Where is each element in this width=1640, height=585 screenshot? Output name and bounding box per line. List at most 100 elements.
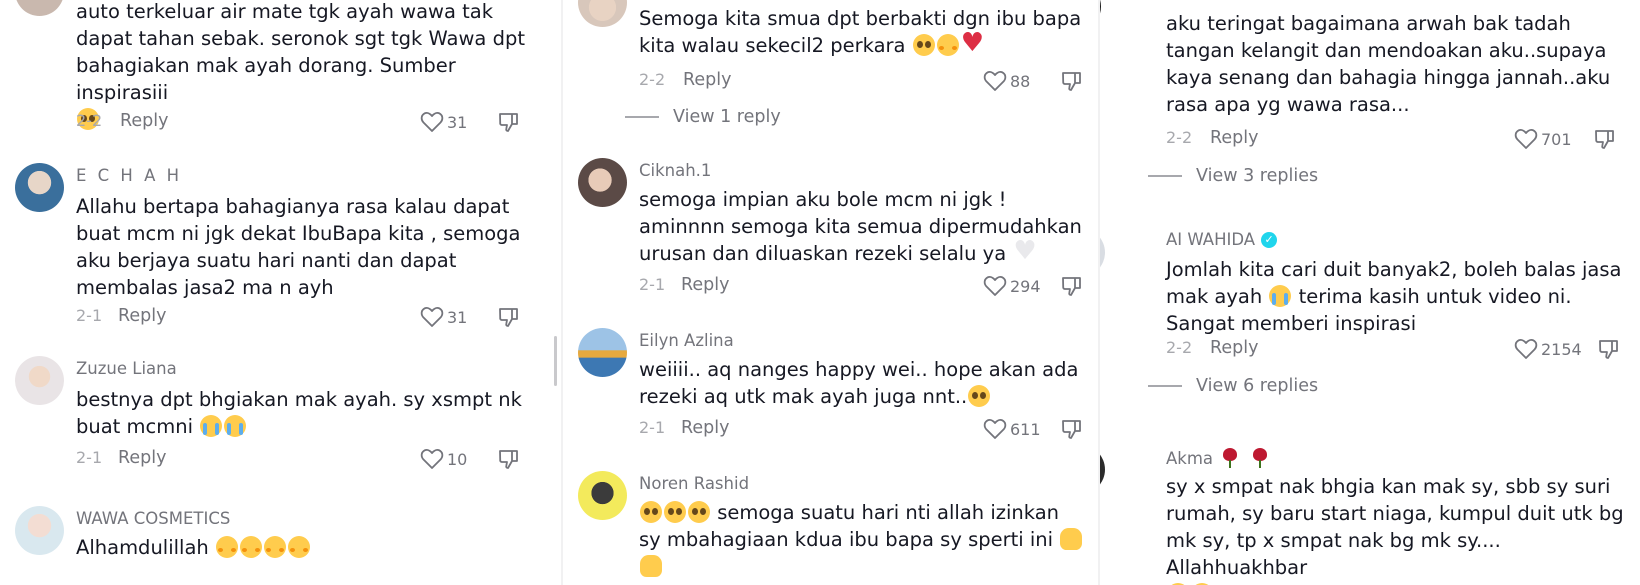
like-button[interactable]: 294 — [983, 275, 1041, 297]
comment-date: 2-2 — [1166, 338, 1193, 357]
comment-text: semoga impian aku bole mcm ni jgk ! amin… — [639, 186, 1084, 267]
comment-date: 2-1 — [76, 448, 103, 467]
comment-item: E C H A H Allahu bertapa bahagianya rasa… — [15, 163, 555, 333]
comment-actions: 2-2 Reply 2154 — [1166, 338, 1626, 360]
reply-button[interactable]: Reply — [1210, 128, 1258, 148]
reply-button[interactable]: Reply — [681, 275, 729, 295]
comment-text: aku teringat bagaimana arwah bak tadah t… — [1166, 12, 1611, 116]
avatar[interactable] — [578, 471, 627, 520]
like-count: 88 — [1010, 71, 1031, 91]
thumbs-down-icon — [499, 113, 518, 132]
avatar[interactable]: kurnis — [1100, 0, 1101, 31]
like-button[interactable]: 2154 — [1514, 338, 1582, 360]
avatar[interactable] — [15, 163, 64, 212]
thumbs-down-icon — [1595, 130, 1614, 149]
pleading-face-emoji — [912, 34, 935, 56]
white-heart-emoji — [1013, 238, 1036, 265]
comment-item: AI WAHIDA ✓ Jomlah kita cari duit banyak2… — [1100, 228, 1640, 418]
like-button[interactable]: 611 — [983, 418, 1041, 440]
like-count: 611 — [1010, 419, 1041, 439]
smiling-face-with-hearts-emoji — [239, 536, 262, 558]
comment-author[interactable]: E C H A H — [76, 166, 182, 185]
comment-item: Zuzue Liana bestnya dpt bhgiakan mak aya… — [15, 356, 555, 486]
comment-date: 2-1 — [639, 418, 666, 437]
like-count: 31 — [447, 307, 468, 327]
reply-button[interactable]: Reply — [681, 418, 729, 438]
avatar[interactable] — [1100, 228, 1105, 277]
heart-outline-icon — [983, 71, 1007, 91]
pleading-face-emoji — [664, 501, 686, 523]
reply-button[interactable]: Reply — [683, 70, 731, 90]
comment-text: Alhamdulillah — [76, 534, 536, 561]
comment-author[interactable]: Eilyn Azlina — [639, 331, 734, 350]
avatar[interactable] — [578, 328, 627, 377]
thumbs-down-icon — [1062, 420, 1081, 439]
heart-outline-icon — [420, 307, 444, 327]
comment-text: semoga suatu hari nti allah izinkan sy m… — [639, 499, 1084, 580]
like-count: 10 — [447, 449, 468, 469]
scrollbar-thumb[interactable] — [554, 336, 557, 386]
avatar[interactable] — [15, 356, 64, 405]
reply-button[interactable]: Reply — [118, 448, 166, 468]
heart-outline-icon — [1514, 339, 1538, 359]
comment-item: Ciknah.1 semoga impian aku bole mcm ni j… — [578, 158, 1098, 308]
comment-text: Jomlah kita cari duit banyak2, boleh bal… — [1166, 258, 1622, 335]
dislike-button[interactable] — [1061, 275, 1083, 301]
comment-actions: 2-2 Reply 31 — [76, 111, 526, 133]
comment-author[interactable]: WAWA COSMETICS — [76, 509, 230, 528]
comment-actions: 2-2 Reply 88 — [639, 70, 1099, 92]
avatar[interactable] — [578, 158, 627, 207]
heart-outline-icon — [983, 419, 1007, 439]
view-replies-button[interactable]: View 6 replies — [1148, 376, 1318, 396]
comment-text: weiiii.. aq nanges happy wei.. hope akan… — [639, 358, 1079, 408]
reply-button[interactable]: Reply — [120, 111, 168, 131]
comment-author[interactable]: Zuzue Liana — [76, 359, 177, 378]
dislike-button[interactable] — [498, 306, 520, 332]
view-replies-button[interactable]: View 3 replies — [1148, 166, 1318, 186]
view-replies-button[interactable]: View 1 reply — [625, 107, 781, 127]
palms-up-emoji — [1060, 528, 1083, 550]
smiling-face-with-hearts-emoji — [263, 536, 286, 558]
pleading-face-emoji — [968, 385, 991, 407]
comment-date: 2-1 — [639, 275, 666, 294]
smiling-face-with-hearts-emoji — [287, 536, 310, 558]
reply-button[interactable]: Reply — [1210, 338, 1258, 358]
dislike-button[interactable] — [1594, 128, 1616, 154]
comment-author[interactable]: AI WAHIDA ✓ — [1166, 230, 1278, 249]
dislike-button[interactable] — [1061, 418, 1083, 444]
comment-date: 2-2 — [639, 70, 666, 89]
comment-text: sy x smpat nak bhgia kan mak sy, sbb sy … — [1166, 473, 1626, 585]
comment-panel-2: Semoga kita smua dpt berbakti dgn ibu ba… — [563, 0, 1100, 585]
comment-author[interactable]: Ciknah.1 — [639, 161, 711, 180]
like-button[interactable]: 10 — [420, 448, 467, 470]
avatar[interactable] — [15, 506, 64, 555]
heart-outline-icon — [420, 112, 444, 132]
like-button[interactable]: 31 — [420, 306, 467, 328]
comment-actions: 2-1 Reply 31 — [76, 306, 526, 328]
like-button[interactable]: 31 — [420, 111, 467, 133]
dislike-button[interactable] — [498, 111, 520, 137]
comment-text: Semoga kita smua dpt berbakti dgn ibu ba… — [639, 5, 1084, 59]
comment-date: 2-2 — [76, 111, 103, 130]
thumbs-down-icon — [1062, 277, 1081, 296]
comment-panel-3: kurnis aku teringat bagaimana arwah bak … — [1100, 0, 1640, 585]
comment-item: Eilyn Azlina weiiii.. aq nanges happy we… — [578, 328, 1098, 458]
like-count: 701 — [1541, 129, 1572, 149]
avatar[interactable] — [1100, 445, 1105, 494]
like-button[interactable]: 88 — [983, 70, 1030, 92]
dislike-button[interactable] — [1061, 70, 1083, 96]
like-button[interactable]: 701 — [1514, 128, 1572, 150]
comment-author[interactable]: Noren Rashid — [639, 474, 749, 493]
reply-button[interactable]: Reply — [118, 306, 166, 326]
crying-face-emoji — [1269, 285, 1292, 307]
pleading-face-emoji — [640, 501, 662, 523]
dislike-button[interactable] — [1598, 338, 1620, 364]
verified-badge-icon: ✓ — [1261, 231, 1278, 248]
comment-author[interactable]: Akma — [1166, 447, 1273, 469]
comment-actions: 2-1 Reply 294 — [639, 275, 1099, 297]
comment-text: bestnya dpt bhgiakan mak ayah. sy xsmpt … — [76, 388, 522, 438]
dislike-button[interactable] — [498, 448, 520, 474]
avatar[interactable] — [15, 0, 64, 16]
avatar[interactable] — [578, 0, 627, 27]
rose-emoji — [1250, 447, 1272, 469]
